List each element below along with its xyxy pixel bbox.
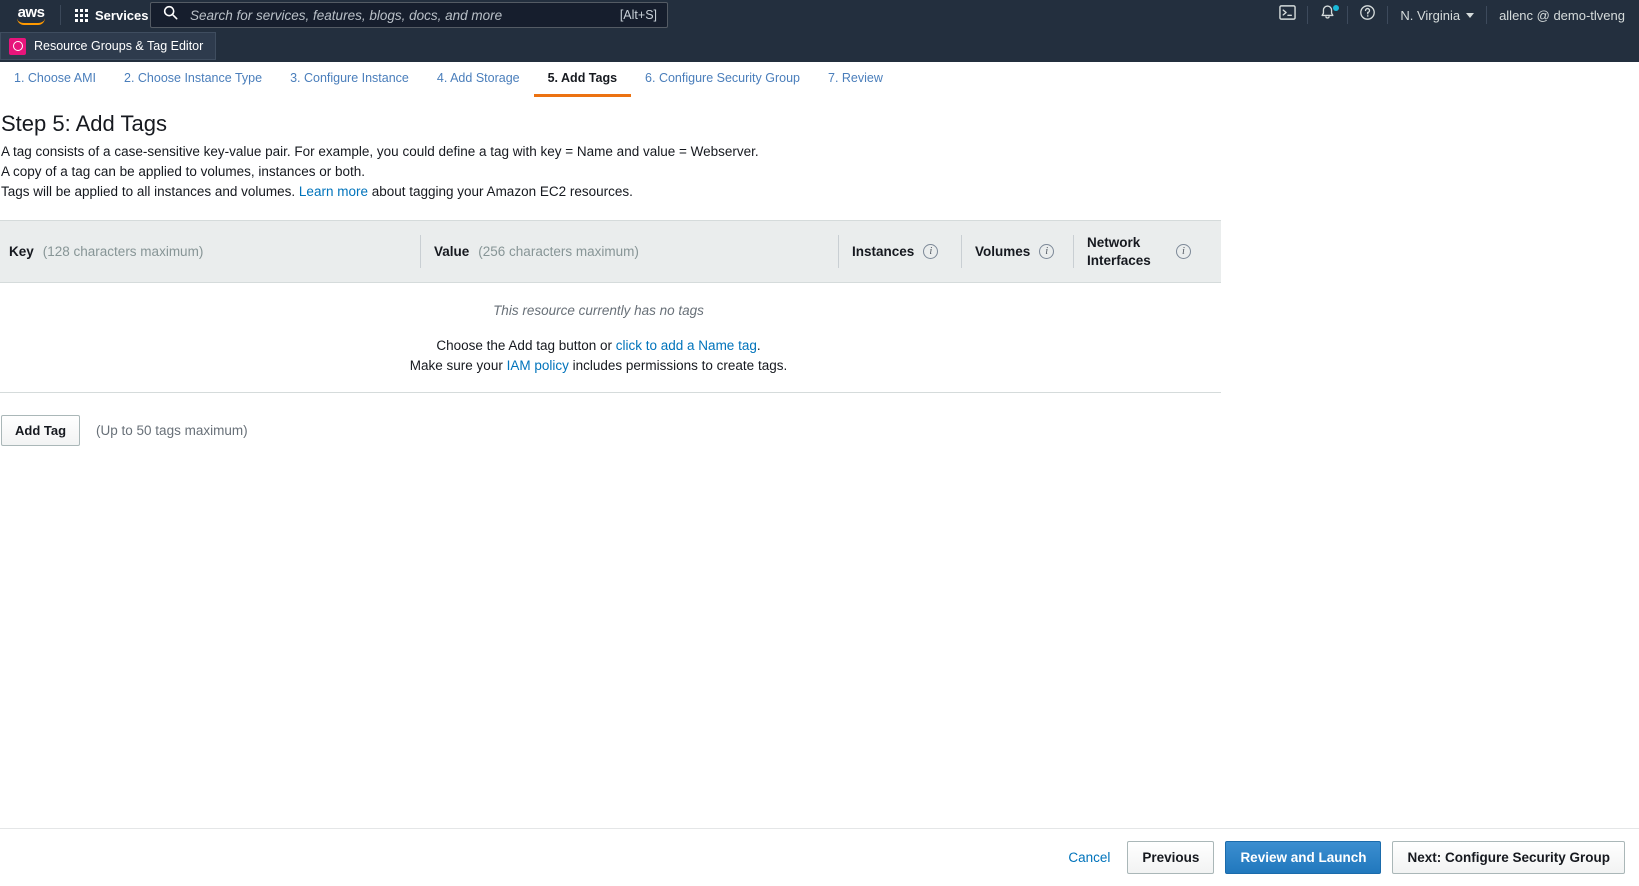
wizard-step-4-add-storage[interactable]: 4. Add Storage xyxy=(423,62,534,97)
column-label-key: Key xyxy=(9,244,34,259)
notifications-button[interactable] xyxy=(1308,0,1347,30)
add-tag-row: Add Tag (Up to 50 tags maximum) xyxy=(0,415,1639,446)
aws-secondary-navigation: Resource Groups & Tag Editor xyxy=(0,30,1639,62)
wizard-step-7-review[interactable]: 7. Review xyxy=(814,62,897,97)
column-label-volumes: Volumes xyxy=(975,244,1031,259)
account-menu-button[interactable]: allenc @ demo-tlveng xyxy=(1487,8,1639,23)
help-line-1-prefix: Choose the Add tag button or xyxy=(436,338,616,353)
description-line-3: Tags will be applied to all instances an… xyxy=(0,182,1639,202)
launch-wizard-steps: 1. Choose AMI 2. Choose Instance Type 3.… xyxy=(0,62,1639,97)
info-icon[interactable]: i xyxy=(923,244,939,259)
services-menu-button[interactable]: Services xyxy=(67,4,157,27)
tags-table-header-row: Key (128 characters maximum) Value (256 … xyxy=(0,221,1221,283)
region-selector[interactable]: N. Virginia xyxy=(1388,8,1486,23)
column-label-instances: Instances xyxy=(852,244,915,259)
column-header-key: Key (128 characters maximum) xyxy=(0,221,420,282)
resource-groups-icon xyxy=(9,37,26,55)
search-input[interactable] xyxy=(188,6,620,24)
add-name-tag-link[interactable]: click to add a Name tag xyxy=(616,338,757,353)
grid-apps-icon xyxy=(75,8,88,22)
services-label: Services xyxy=(95,7,149,23)
column-header-network-interfaces: Network Interfaces i xyxy=(1073,221,1221,282)
description-line-3-suffix: about tagging your Amazon EC2 resources. xyxy=(367,184,633,199)
empty-state-help-line-2: Make sure your IAM policy includes permi… xyxy=(0,356,1197,376)
notification-indicator-dot xyxy=(1333,5,1340,11)
next-configure-security-group-button[interactable]: Next: Configure Security Group xyxy=(1392,841,1625,874)
pinned-service-label: Resource Groups & Tag Editor xyxy=(34,39,204,53)
page-title: Step 5: Add Tags xyxy=(1,111,167,136)
description-line-2: A copy of a tag can be applied to volume… xyxy=(1,164,365,179)
pinned-service-resource-groups[interactable]: Resource Groups & Tag Editor xyxy=(0,32,217,60)
wizard-step-5-add-tags[interactable]: 5. Add Tags xyxy=(533,62,632,97)
wizard-step-3-configure-instance[interactable]: 3. Configure Instance xyxy=(276,62,423,97)
region-label: N. Virginia xyxy=(1400,7,1461,23)
help-line-2-prefix: Make sure your xyxy=(409,358,507,373)
wizard-step-6-configure-security-group[interactable]: 6. Configure Security Group xyxy=(631,62,814,97)
description-line-3-prefix: Tags will be applied to all instances an… xyxy=(1,184,299,199)
wizard-step-1-choose-ami[interactable]: 1. Choose AMI xyxy=(0,62,110,97)
help-line-1-suffix: . xyxy=(756,338,761,353)
column-label-value: Value xyxy=(434,244,470,259)
aws-logo-smile-icon xyxy=(17,18,45,25)
top-nav-right-group: N. Virginia allenc @ demo-tlveng xyxy=(1268,0,1639,30)
search-icon xyxy=(163,5,178,25)
column-hint-key: (128 characters maximum) xyxy=(42,244,204,259)
global-search-box[interactable]: [Alt+S] xyxy=(150,2,668,28)
page-description: A tag consists of a case-sensitive key-v… xyxy=(0,142,1639,202)
info-icon[interactable]: i xyxy=(1176,244,1191,259)
max-tags-note: (Up to 50 tags maximum) xyxy=(96,423,248,438)
previous-button[interactable]: Previous xyxy=(1127,841,1215,874)
wizard-step-2-choose-instance-type[interactable]: 2. Choose Instance Type xyxy=(110,62,276,97)
nav-divider xyxy=(60,5,61,25)
empty-state-help-line-1: Choose the Add tag button or click to ad… xyxy=(0,336,1197,356)
aws-top-navigation: aws Services [Alt+S] xyxy=(0,0,1639,30)
main-content: Step 5: Add Tags A tag consists of a cas… xyxy=(0,97,1639,446)
chevron-down-icon xyxy=(1466,12,1475,18)
cancel-button[interactable]: Cancel xyxy=(1062,844,1116,871)
column-label-network-interfaces: Network Interfaces xyxy=(1087,234,1151,268)
wizard-action-bar: Cancel Previous Review and Launch Next: … xyxy=(0,828,1639,886)
review-and-launch-button[interactable]: Review and Launch xyxy=(1225,841,1382,874)
learn-more-link[interactable]: Learn more xyxy=(299,184,368,199)
description-line-1: A tag consists of a case-sensitive key-v… xyxy=(1,144,759,159)
aws-logo-text: aws xyxy=(17,3,45,21)
empty-state-note: This resource currently has no tags xyxy=(493,303,704,318)
tags-empty-state: This resource currently has no tags Choo… xyxy=(0,283,1197,392)
tags-table: Key (128 characters maximum) Value (256 … xyxy=(0,220,1221,393)
iam-policy-link[interactable]: IAM policy xyxy=(507,358,569,373)
cloudshell-button[interactable] xyxy=(1268,0,1307,30)
column-header-instances: Instances i xyxy=(838,221,961,282)
search-shortcut-hint: [Alt+S] xyxy=(619,8,657,22)
column-hint-value: (256 characters maximum) xyxy=(478,244,639,259)
help-line-2-suffix: includes permissions to create tags. xyxy=(568,358,788,373)
aws-logo[interactable]: aws xyxy=(8,3,54,25)
help-button[interactable] xyxy=(1348,0,1387,30)
terminal-icon xyxy=(1279,4,1297,26)
add-tag-button[interactable]: Add Tag xyxy=(1,415,81,446)
info-icon[interactable]: i xyxy=(1039,244,1055,259)
question-circle-icon xyxy=(1359,4,1376,26)
column-header-value: Value (256 characters maximum) xyxy=(420,221,838,282)
column-header-volumes: Volumes i xyxy=(961,221,1073,282)
